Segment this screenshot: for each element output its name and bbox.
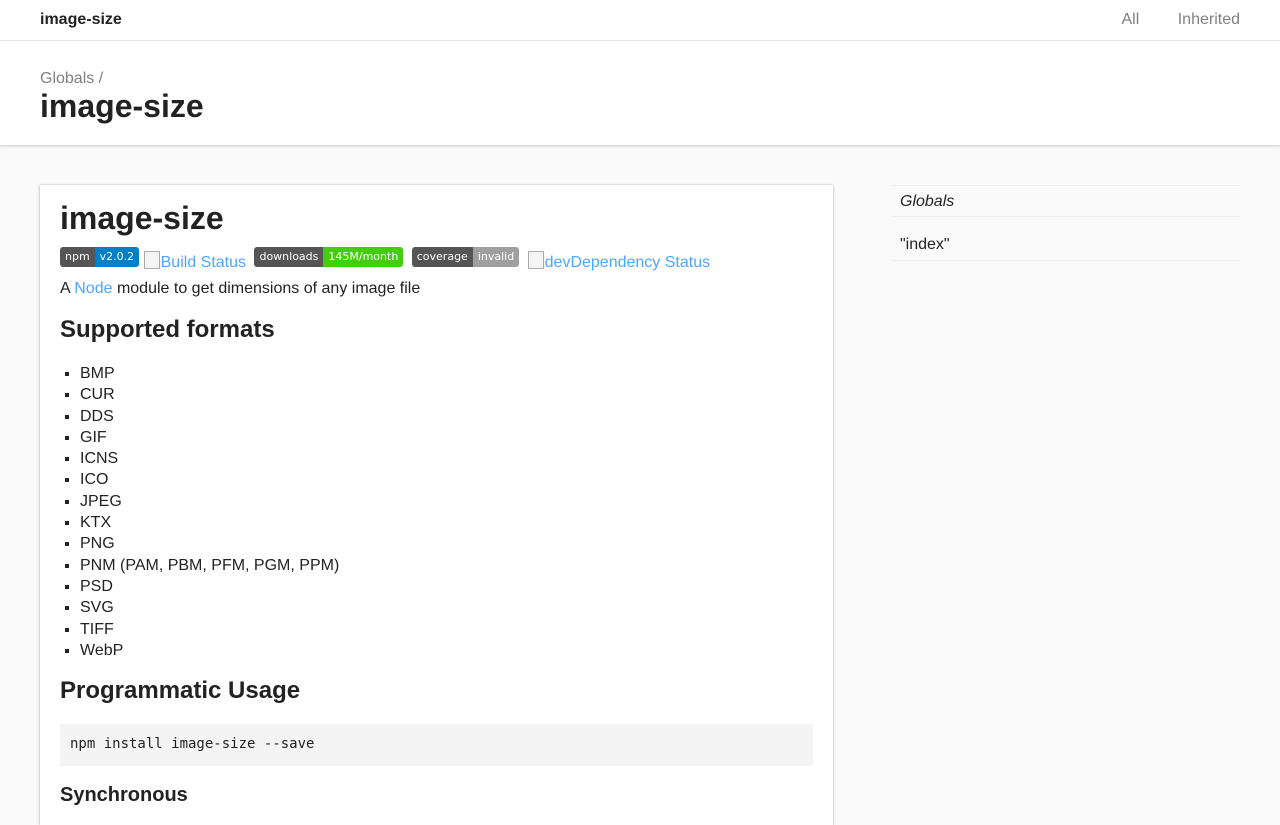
toolbar: image-size All Inherited — [0, 0, 1280, 41]
page-title: image-size — [40, 88, 204, 124]
badge-value: 145M/month — [323, 247, 404, 268]
formats-list: BMP CUR DDS GIF ICNS ICO JPEG KTX PNG PN… — [60, 363, 813, 661]
title-area: Globals / image-size — [0, 41, 1280, 145]
breadcrumb-globals[interactable]: Globals / — [40, 70, 103, 88]
toolbar-links: All Inherited — [1088, 11, 1241, 29]
npm-version-badge[interactable]: npm v2.0.2 — [60, 247, 140, 268]
list-item: PNG — [80, 533, 813, 554]
list-item: CUR — [80, 384, 813, 405]
synchronous-heading: Synchronous — [60, 783, 188, 806]
filter-all-link[interactable]: All — [1122, 11, 1140, 28]
badge-label: coverage — [411, 247, 473, 268]
badge-value: invalid — [472, 247, 520, 268]
badge-label: downloads — [254, 247, 324, 268]
coverage-badge[interactable]: coverage invalid — [411, 247, 520, 268]
list-item: PSD — [80, 576, 813, 597]
list-item: ICNS — [80, 448, 813, 469]
list-item: KTX — [80, 512, 813, 533]
sidebar-item-index[interactable]: "index" — [893, 216, 1240, 261]
module-description: A Node module to get dimensions of any i… — [60, 279, 813, 300]
badge-label: npm — [60, 247, 95, 268]
badge-value: v2.0.2 — [94, 247, 140, 268]
build-status-image[interactable]: Build Status — [144, 254, 246, 271]
list-item: ICO — [80, 469, 813, 490]
desc-prefix: A — [60, 280, 70, 298]
programmatic-usage-heading: Programmatic Usage — [60, 677, 301, 705]
list-item: WebP — [80, 640, 813, 661]
list-item: TIFF — [80, 619, 813, 640]
dev-dependency-status-image[interactable]: devDependency Status — [528, 254, 710, 271]
supported-formats-heading: Supported formats — [60, 316, 275, 344]
desc-suffix: module to get dimensions of any image fi… — [116, 280, 421, 298]
list-item: GIF — [80, 427, 813, 448]
install-code-block: npm install image-size --save — [60, 723, 813, 766]
readme-heading: image-size — [60, 200, 224, 236]
node-link[interactable]: Node — [74, 280, 112, 297]
filter-inherited-link[interactable]: Inherited — [1178, 11, 1240, 28]
list-item: BMP — [80, 363, 813, 384]
readme-content: image-size npm v2.0.2 Build Status downl… — [40, 185, 833, 825]
sidebar-item-globals[interactable]: Globals — [893, 185, 1240, 216]
site-title-link[interactable]: image-size — [40, 11, 122, 29]
list-item: JPEG — [80, 491, 813, 512]
list-item: DDS — [80, 406, 813, 427]
list-item: PNM (PAM, PBM, PFM, PGM, PPM) — [80, 555, 813, 576]
downloads-badge[interactable]: downloads 145M/month — [254, 247, 404, 268]
sidebar-nav: Globals "index" — [893, 185, 1240, 261]
list-item: SVG — [80, 597, 813, 618]
badge-row: npm v2.0.2 Build Status downloads 145M/m… — [60, 247, 813, 275]
